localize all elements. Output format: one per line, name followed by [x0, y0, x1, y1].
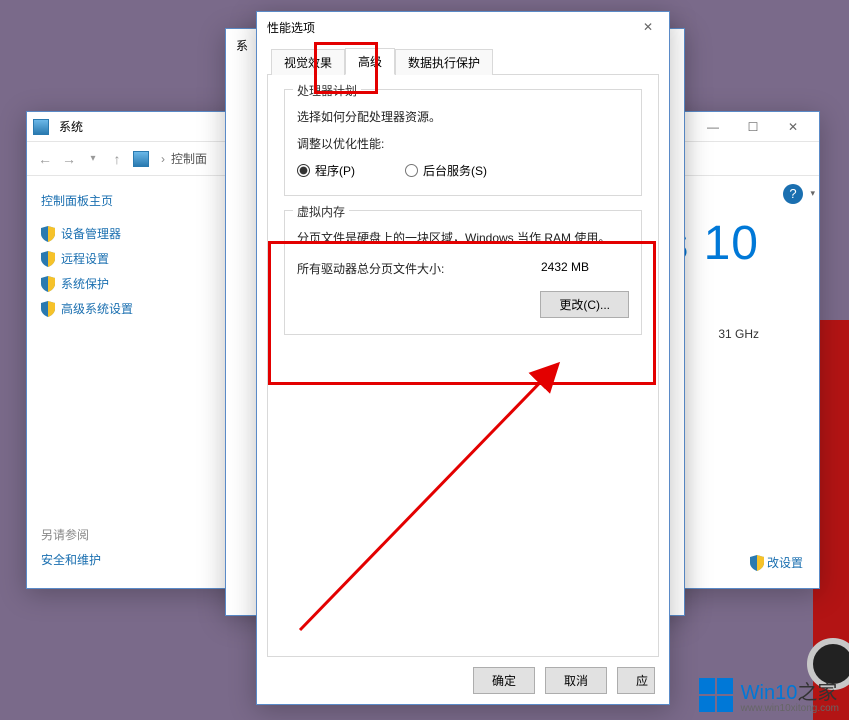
back-arrow-icon[interactable]: ← — [37, 151, 53, 167]
performance-options-window: 性能选项 ✕ 视觉效果 高级 数据执行保护 处理器计划 选择如何分配处理器资源。… — [256, 11, 670, 705]
advanced-tab-panel: 处理器计划 选择如何分配处理器资源。 调整以优化性能: 程序(P) 后台服务(S… — [267, 75, 659, 657]
forward-arrow-icon[interactable]: → — [61, 151, 77, 167]
see-also-section: 另请参阅 安全和维护 — [41, 526, 101, 568]
vm-total-value: 2432 MB — [541, 260, 589, 277]
radio-programs[interactable]: 程序(P) — [297, 162, 355, 179]
virtual-memory-group: 虚拟内存 分页文件是硬盘上的一块区域，Windows 当作 RAM 使用。 所有… — [284, 210, 642, 335]
breadcrumb-label[interactable]: 控制面 — [171, 150, 207, 167]
radio-programs-input[interactable] — [297, 164, 310, 177]
vm-desc: 分页文件是硬盘上的一块区域，Windows 当作 RAM 使用。 — [297, 229, 629, 246]
processor-desc: 选择如何分配处理器资源。 — [297, 108, 629, 125]
change-button[interactable]: 更改(C)... — [540, 291, 629, 318]
sidebar-item-advanced-system-settings[interactable]: 高级系统设置 — [41, 296, 216, 321]
see-also-label: 另请参阅 — [41, 526, 101, 543]
change-settings-link[interactable]: 改设置 — [767, 556, 803, 570]
tab-visual-effects[interactable]: 视觉效果 — [271, 49, 345, 75]
history-dropdown-icon[interactable]: ▾ — [85, 153, 101, 164]
watermark-url: www.win10xitong.com — [741, 703, 839, 714]
close-button[interactable]: ✕ — [633, 13, 663, 41]
pc-icon — [33, 119, 49, 135]
help-dropdown-icon[interactable]: ▾ — [810, 188, 815, 199]
perf-window-title: 性能选项 — [263, 19, 633, 36]
perf-titlebar[interactable]: 性能选项 ✕ — [257, 12, 669, 42]
pc-icon — [133, 151, 149, 167]
cancel-button[interactable]: 取消 — [545, 667, 607, 694]
radio-services-label: 后台服务(S) — [423, 162, 487, 179]
watermark: Win10之家 www.win10xitong.com — [699, 676, 839, 714]
shield-icon — [41, 301, 55, 317]
minimize-button[interactable]: — — [693, 113, 733, 141]
shield-icon — [41, 251, 55, 267]
sidebar-item-label: 设备管理器 — [61, 225, 121, 242]
sidebar-item-remote-settings[interactable]: 远程设置 — [41, 246, 216, 271]
system-left-pane: 控制面板主页 设备管理器 远程设置 系统保护 高级系统设置 — [27, 176, 231, 588]
sidebar-item-label: 高级系统设置 — [61, 300, 133, 317]
help-icon[interactable]: ? — [783, 184, 803, 204]
tab-dep[interactable]: 数据执行保护 — [395, 49, 493, 75]
processor-scheduling-group: 处理器计划 选择如何分配处理器资源。 调整以优化性能: 程序(P) 后台服务(S… — [284, 89, 642, 196]
security-maintenance-link[interactable]: 安全和维护 — [41, 551, 101, 568]
close-button[interactable]: ✕ — [773, 113, 813, 141]
vm-total-label: 所有驱动器总分页文件大小: — [297, 260, 444, 277]
vm-group-legend: 虚拟内存 — [293, 203, 349, 220]
adjust-label: 调整以优化性能: — [297, 135, 629, 152]
shield-icon — [41, 226, 55, 242]
apply-button[interactable]: 应 — [617, 667, 655, 694]
shield-icon — [41, 276, 55, 292]
ok-button[interactable]: 确定 — [473, 667, 535, 694]
tab-row: 视觉效果 高级 数据执行保护 — [267, 48, 659, 75]
control-panel-home-link[interactable]: 控制面板主页 — [41, 192, 216, 209]
watermark-brand: Win10 — [741, 682, 798, 704]
address-bar[interactable]: › 控制面 — [133, 150, 207, 167]
watermark-suffix: 之家 — [797, 682, 837, 704]
sidebar-item-label: 远程设置 — [61, 250, 109, 267]
dialog-button-row: 确定 取消 应 — [267, 657, 659, 694]
radio-services-input[interactable] — [405, 164, 418, 177]
maximize-button[interactable]: ☐ — [733, 113, 773, 141]
windows-logo-icon — [699, 678, 733, 712]
radio-background-services[interactable]: 后台服务(S) — [405, 162, 487, 179]
sidebar-item-label: 系统保护 — [61, 275, 109, 292]
radio-programs-label: 程序(P) — [315, 162, 355, 179]
sidebar-item-system-protection[interactable]: 系统保护 — [41, 271, 216, 296]
tab-advanced[interactable]: 高级 — [345, 48, 395, 75]
up-arrow-icon[interactable]: ↑ — [109, 151, 125, 167]
processor-group-legend: 处理器计划 — [293, 82, 361, 99]
sidebar-item-device-manager[interactable]: 设备管理器 — [41, 221, 216, 246]
shield-icon — [750, 555, 764, 571]
